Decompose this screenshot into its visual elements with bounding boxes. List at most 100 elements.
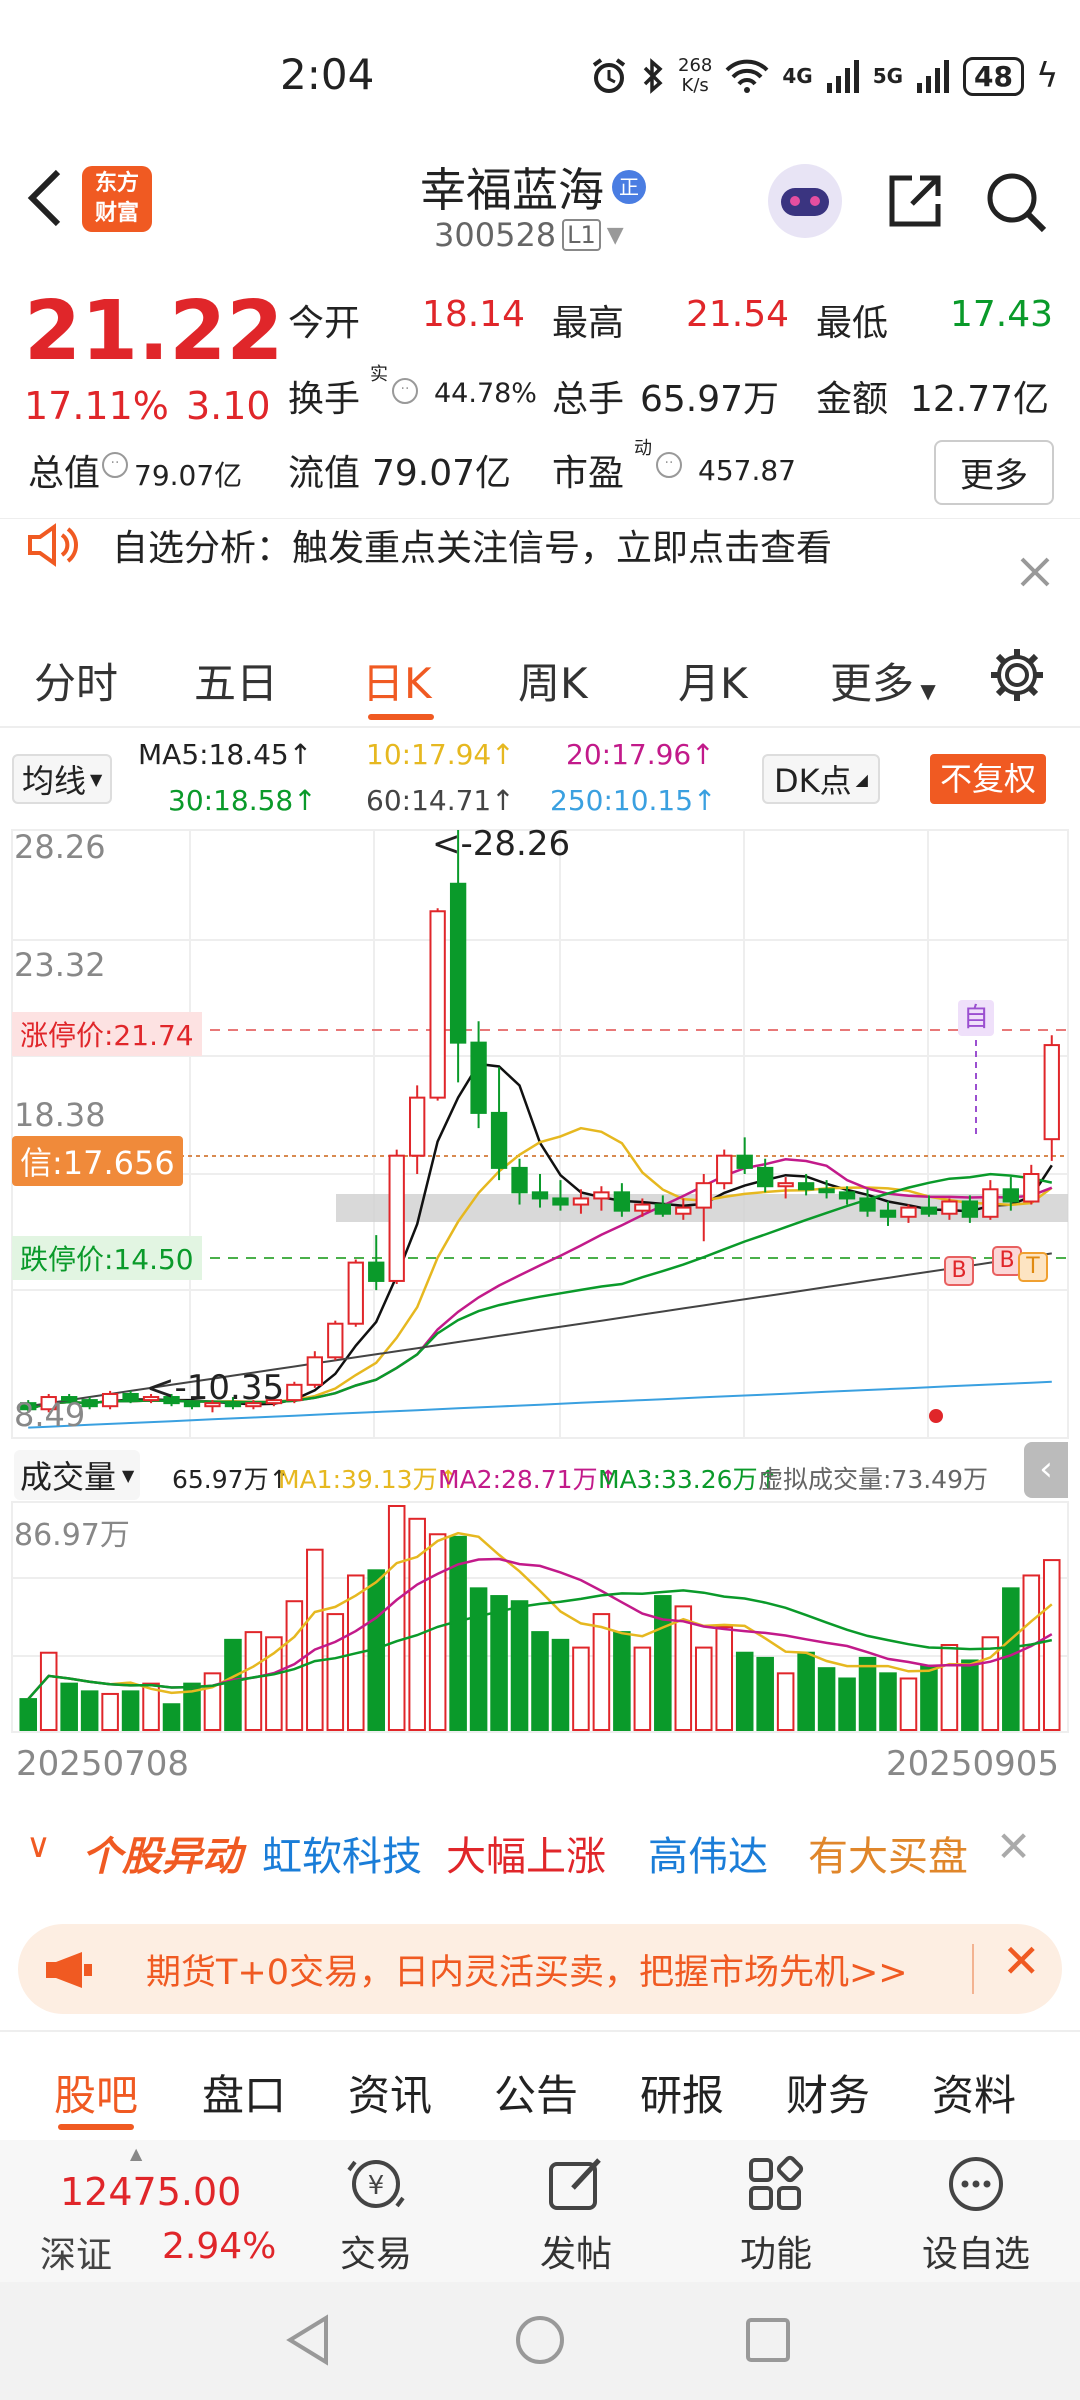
nav-post[interactable]: 发帖: [496, 2140, 656, 2277]
volume-bar: [1002, 1587, 1020, 1732]
ma-select[interactable]: 均线 ▼: [12, 754, 113, 804]
low-label: 最低: [816, 303, 889, 344]
signal-icon: [826, 60, 859, 93]
more-button[interactable]: 更多: [934, 440, 1054, 505]
app-logo[interactable]: 东方 财富: [82, 166, 152, 232]
index-value: 12475.00: [60, 2170, 242, 2214]
share-icon[interactable]: [884, 170, 946, 232]
chevron-down-icon[interactable]: ∨: [26, 1826, 51, 1866]
tab-intraday[interactable]: 分时: [34, 650, 118, 711]
amount-value: 12.77亿: [910, 379, 1050, 420]
mover-stock-1[interactable]: 虹软科技: [262, 1824, 422, 1882]
home-circle-icon[interactable]: [512, 2312, 568, 2368]
sell-marker[interactable]: T: [1018, 1252, 1048, 1282]
candle: [449, 882, 467, 1044]
hidden-eye-icon-3[interactable]: ··: [656, 452, 682, 478]
kline-svg[interactable]: [0, 826, 1080, 1786]
net-speed: 268 K/s: [678, 55, 713, 96]
turnover-sup: 实: [370, 364, 388, 385]
grid-apps-icon: [749, 2155, 804, 2210]
subtab-profile[interactable]: 资料: [932, 2062, 1016, 2123]
nav-trade[interactable]: ¥ 交易: [296, 2140, 456, 2277]
volume-bar: [60, 1682, 78, 1731]
stock-code: 300528: [434, 216, 557, 254]
limit-down-label: 跌停价:14.50: [12, 1236, 202, 1280]
volume-select[interactable]: 成交量 ▼: [14, 1450, 141, 1500]
candle: [920, 1206, 938, 1215]
subtab-finance[interactable]: 财务: [786, 2062, 870, 2123]
mover-stock-2[interactable]: 高伟达: [648, 1824, 768, 1882]
status-bar: 2:04 268 K/s 4G 5G 48 ϟ: [0, 0, 1080, 150]
volume-bar: [817, 1667, 836, 1732]
promo-banner[interactable]: 期货T+0交易，日内灵活买卖，把握市场先机>> ✕: [18, 1924, 1062, 2014]
tab-weekly-k[interactable]: 周K: [518, 650, 588, 711]
dk-select[interactable]: DK点 ◢: [762, 754, 880, 804]
recents-square-icon[interactable]: [742, 2314, 794, 2366]
back-icon[interactable]: [26, 168, 66, 228]
pe-value: 457.87: [698, 454, 796, 487]
mcap-label: 总值: [28, 453, 101, 494]
candle: [613, 1191, 631, 1212]
volume-bar: [80, 1690, 99, 1731]
subtab-research[interactable]: 研报: [640, 2062, 724, 2123]
vol-ma1: MA1:39.13万↑: [278, 1465, 459, 1494]
ma30-label: 30:18.58↑: [168, 784, 317, 817]
adjust-button[interactable]: 不复权: [930, 754, 1047, 804]
subtab-news[interactable]: 资讯: [348, 2062, 432, 2123]
volume-bar: [674, 1605, 693, 1731]
buy-marker-1[interactable]: B: [944, 1256, 974, 1286]
volume-bar: [940, 1644, 959, 1732]
signal-label[interactable]: 信:17.656: [12, 1136, 183, 1186]
close-icon[interactable]: [1018, 555, 1052, 589]
volume-bar: [224, 1638, 242, 1731]
subtab-announcements[interactable]: 公告: [494, 2062, 578, 2123]
candle: [490, 1111, 508, 1169]
system-nav-bar: [0, 2282, 1080, 2400]
tab-5day[interactable]: 五日: [194, 650, 278, 711]
subtab-orderbook[interactable]: 盘口: [202, 2062, 286, 2123]
tab-daily-k[interactable]: 日K: [362, 650, 432, 711]
candle: [634, 1203, 651, 1212]
volume-bar: [203, 1672, 222, 1732]
tab-monthly-k[interactable]: 月K: [678, 650, 748, 711]
status-time: 2:04: [280, 50, 375, 99]
search-icon[interactable]: [984, 170, 1048, 234]
nav-add-watchlist[interactable]: 设自选: [896, 2140, 1056, 2277]
candle: [879, 1209, 897, 1218]
index-ticker[interactable]: ▲ 12475.00 深证 2.94%: [0, 2140, 280, 2282]
nav-functions[interactable]: 功能: [696, 2140, 856, 2277]
back-triangle-icon[interactable]: [282, 2312, 334, 2368]
tab-more[interactable]: 更多 ▼: [830, 650, 936, 711]
edit-icon: [549, 2158, 601, 2210]
candle: [368, 1261, 385, 1282]
movers-close-icon[interactable]: ✕: [996, 1822, 1031, 1871]
volume-bar: [39, 1651, 58, 1732]
settings-gear-icon[interactable]: [988, 646, 1046, 704]
volume-bar: [1042, 1559, 1061, 1732]
promo-text: 期货T+0交易，日内灵活买卖，把握市场先机>>: [146, 1953, 908, 1993]
hidden-eye-icon-2[interactable]: ··: [392, 378, 418, 404]
candle: [593, 1191, 610, 1200]
candle: [900, 1206, 917, 1218]
promo-close-icon[interactable]: ✕: [1002, 1934, 1041, 1988]
code-dropdown-icon[interactable]: ▼: [607, 223, 624, 248]
turnover-label: 换手: [288, 379, 361, 420]
vol-max-label: 86.97万: [14, 1518, 130, 1553]
notice-bar[interactable]: 自选分析：触发重点关注信号，立即点击查看: [0, 518, 1080, 622]
candle: [1023, 1173, 1040, 1203]
kline-chart-area: 均线 ▼ MA5:18.45↑ 10:17.94↑ 20:17.96↑ 30:18…: [0, 728, 1080, 1788]
self-select-marker[interactable]: 自: [958, 1000, 994, 1036]
amount-label: 金额: [816, 379, 889, 420]
signal-dot: [929, 1409, 943, 1423]
volume-bar: [469, 1587, 488, 1732]
hidden-eye-icon[interactable]: ··: [102, 452, 128, 478]
ma60-label: 60:14.71↑: [366, 784, 515, 817]
quote-panel: 21.22 17.11% 3.10 总值 ·· 79.07亿 今开 18.14 …: [0, 268, 1080, 518]
collapse-arrow-icon[interactable]: ‹: [1024, 1442, 1068, 1498]
change-amount: 3.10: [186, 384, 271, 428]
candle: [859, 1197, 876, 1212]
subtab-forum[interactable]: 股吧: [54, 2062, 138, 2123]
robot-avatar[interactable]: [768, 164, 842, 238]
promo-divider: [972, 1944, 974, 1994]
volume-bar: [899, 1677, 918, 1731]
